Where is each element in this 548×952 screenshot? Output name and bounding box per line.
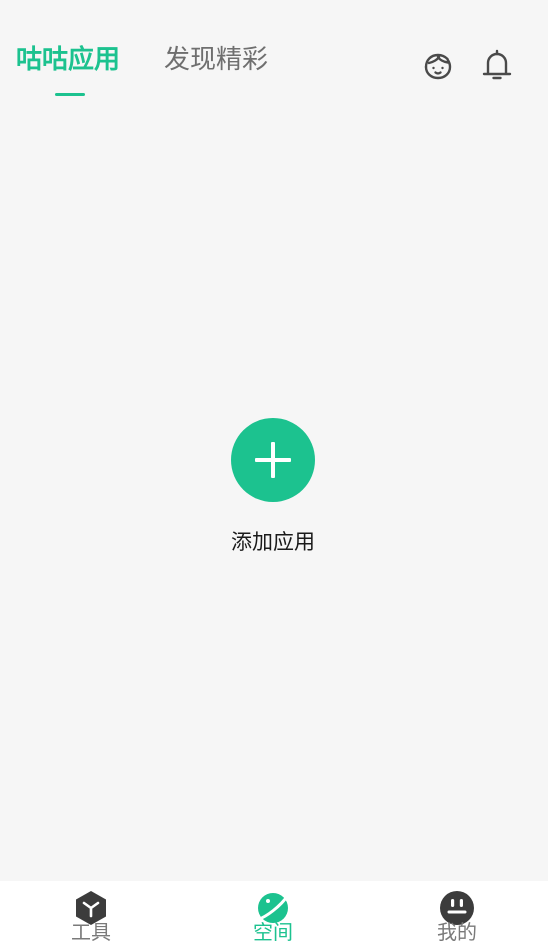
tab-discover[interactable]: 发现精彩 [164,42,268,78]
top-tab-bar: 咕咕应用 发现精彩 [0,0,548,110]
nav-label-space: 空间 [253,920,293,944]
nav-item-tools[interactable]: 工具 [0,881,182,952]
bell-icon[interactable] [479,47,515,83]
add-app-button[interactable] [231,418,315,502]
nav-item-space[interactable]: 空间 [182,881,364,952]
face-icon[interactable] [420,47,456,83]
empty-state: 添加应用 [0,418,548,554]
tab-gugu-apps[interactable]: 咕咕应用 [16,42,120,78]
nav-item-me[interactable]: 我的 [366,881,548,952]
nav-label-me: 我的 [437,920,477,944]
bottom-navigation: 工具 空间 我的 [0,881,548,952]
active-tab-indicator [55,93,85,96]
nav-label-tools: 工具 [71,920,111,944]
add-app-label[interactable]: 添加应用 [0,526,546,556]
app-screen: 咕咕应用 发现精彩 添加应用 工具 空间 我的 [0,0,548,952]
